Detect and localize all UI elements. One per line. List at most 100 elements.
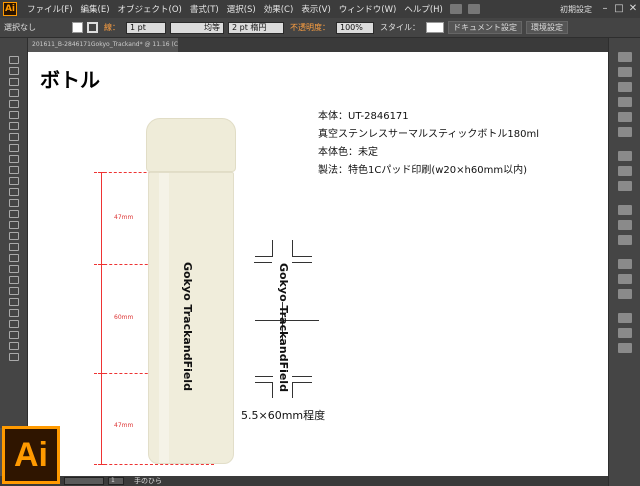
slice-tool-icon[interactable] (9, 331, 19, 339)
workspace-switcher[interactable]: 初期設定 (554, 3, 598, 16)
brushes-panel-icon[interactable] (618, 97, 632, 107)
dimension-guide (94, 464, 214, 465)
status-bar: 1 手のひら (0, 476, 608, 486)
paragraph-panel-icon[interactable] (618, 274, 632, 284)
blend-tool-icon[interactable] (9, 287, 19, 295)
dimension-label: 60mm (114, 314, 134, 321)
preferences-button[interactable]: 環境設定 (526, 21, 568, 34)
appearance-panel-icon[interactable] (618, 205, 632, 215)
rotate-tool-icon[interactable] (9, 188, 19, 196)
artboard-canvas[interactable]: ボトル 本体：UT-2846171 真空ステンレスサーマルスティックボトル180… (28, 52, 608, 476)
shape-builder-tool-icon[interactable] (9, 232, 19, 240)
perspective-grid-tool-icon[interactable] (9, 243, 19, 251)
menu-bar: Ai ファイル(F) 編集(E) オブジェクト(O) 書式(T) 選択(S) 効… (0, 0, 640, 18)
document-setup-button[interactable]: ドキュメント設定 (448, 21, 522, 34)
eraser-tool-icon[interactable] (9, 177, 19, 185)
line-tool-icon[interactable] (9, 122, 19, 130)
spec-line: 本体色：未定 (318, 147, 378, 158)
menu-select[interactable]: 選択(S) (223, 3, 260, 15)
symbol-sprayer-tool-icon[interactable] (9, 298, 19, 306)
dimension-line (101, 172, 102, 464)
control-bar: 選択なし 線： 1 pt 均等 2 pt 楕円 不透明度： 100% スタイル：… (0, 18, 640, 38)
stroke-label[interactable]: 線： (100, 22, 124, 33)
scale-tool-icon[interactable] (9, 199, 19, 207)
pencil-tool-icon[interactable] (9, 155, 19, 163)
blob-brush-tool-icon[interactable] (9, 166, 19, 174)
color-panel-icon[interactable] (618, 52, 632, 62)
menu-edit[interactable]: 編集(E) (77, 3, 114, 15)
document-tab-bar: 201611_B-2846171Gokyo_Trackand* @ 11.16 … (28, 38, 608, 52)
menu-type[interactable]: 書式(T) (186, 3, 223, 15)
illustrator-app-icon: Ai (3, 2, 17, 16)
rectangle-tool-icon[interactable] (9, 133, 19, 141)
spec-line: 製法：特色1Cパッド印刷(w20×h60mm以内) (318, 165, 527, 176)
product-spec: 本体：UT-2846171 真空ステンレスサーマルスティックボトル180ml 本… (318, 108, 539, 180)
opentype-panel-icon[interactable] (618, 289, 632, 299)
menu-effect[interactable]: 効果(C) (260, 3, 298, 15)
stroke-weight-field[interactable]: 1 pt (126, 21, 166, 34)
stroke-swatch[interactable] (87, 22, 98, 33)
menu-help[interactable]: ヘルプ(H) (400, 3, 447, 15)
selection-tool-icon[interactable] (9, 56, 19, 64)
dimension-label: 47mm (114, 422, 134, 429)
artboard-tool-icon[interactable] (9, 320, 19, 328)
mockup-print-text: Gokyo TrackandField (277, 263, 290, 392)
style-swatch[interactable] (426, 22, 444, 33)
swatches-panel-icon[interactable] (618, 82, 632, 92)
gradient-tool-icon[interactable] (9, 265, 19, 273)
pathfinder-panel-icon[interactable] (618, 328, 632, 338)
close-button[interactable]: ✕ (626, 2, 640, 16)
zoom-tool-icon[interactable] (9, 353, 19, 361)
fill-swatch[interactable] (72, 22, 83, 33)
width-tool-icon[interactable] (9, 210, 19, 218)
artboards-panel-icon[interactable] (618, 235, 632, 245)
hand-tool-icon[interactable] (9, 342, 19, 350)
free-transform-tool-icon[interactable] (9, 221, 19, 229)
illustrator-logo: Ai (2, 426, 60, 484)
menu-window[interactable]: ウィンドウ(W) (335, 3, 401, 15)
pen-tool-icon[interactable] (9, 100, 19, 108)
zoom-field[interactable] (64, 477, 104, 485)
color-guide-panel-icon[interactable] (618, 67, 632, 77)
character-panel-icon[interactable] (618, 259, 632, 269)
arrange-documents-icon[interactable] (467, 4, 480, 14)
opacity-field[interactable]: 100% (336, 21, 374, 34)
graph-tool-icon[interactable] (9, 309, 19, 317)
line-style-dropdown[interactable]: 均等 (170, 21, 224, 34)
spec-line: 真空ステンレスサーマルスティックボトル180ml (318, 129, 540, 140)
lasso-tool-icon[interactable] (9, 89, 19, 97)
spec-line: 本体：UT-2846171 (318, 111, 409, 122)
direct-selection-tool-icon[interactable] (9, 67, 19, 75)
menu-object[interactable]: オブジェクト(O) (114, 3, 186, 15)
menu-view[interactable]: 表示(V) (297, 3, 334, 15)
menu-file[interactable]: ファイル(F) (23, 3, 77, 15)
paintbrush-tool-icon[interactable] (9, 144, 19, 152)
artboard-title: ボトル (40, 68, 100, 92)
eyedropper-tool-icon[interactable] (9, 276, 19, 284)
panel-dock (608, 38, 640, 486)
opacity-label[interactable]: 不透明度： (286, 22, 334, 33)
type-tool-icon[interactable] (9, 111, 19, 119)
maximize-button[interactable]: □ (612, 2, 626, 16)
brush-dropdown[interactable]: 2 pt 楕円 (228, 21, 284, 34)
mesh-tool-icon[interactable] (9, 254, 19, 262)
align-panel-icon[interactable] (618, 313, 632, 323)
document-tab[interactable]: 201611_B-2846171Gokyo_Trackand* @ 11.16 … (28, 38, 178, 52)
minimize-button[interactable]: – (598, 2, 612, 16)
bottle-print-text: Gokyo TrackandField (181, 262, 194, 391)
transparency-panel-icon[interactable] (618, 181, 632, 191)
artboard-navigator[interactable]: 1 (108, 477, 124, 485)
stroke-panel-icon[interactable] (618, 151, 632, 161)
symbols-panel-icon[interactable] (618, 112, 632, 122)
graphic-styles-panel-icon[interactable] (618, 127, 632, 137)
tools-panel (0, 38, 28, 428)
style-label: スタイル： (380, 23, 420, 32)
bridge-icon[interactable] (449, 4, 462, 14)
transform-panel-icon[interactable] (618, 343, 632, 353)
selection-status: 選択なし (4, 23, 36, 32)
layers-panel-icon[interactable] (618, 220, 632, 230)
print-size-label: 5.5×60mm程度 (241, 409, 326, 422)
gradient-panel-icon[interactable] (618, 166, 632, 176)
magic-wand-tool-icon[interactable] (9, 78, 19, 86)
dimension-label: 47mm (114, 214, 134, 221)
